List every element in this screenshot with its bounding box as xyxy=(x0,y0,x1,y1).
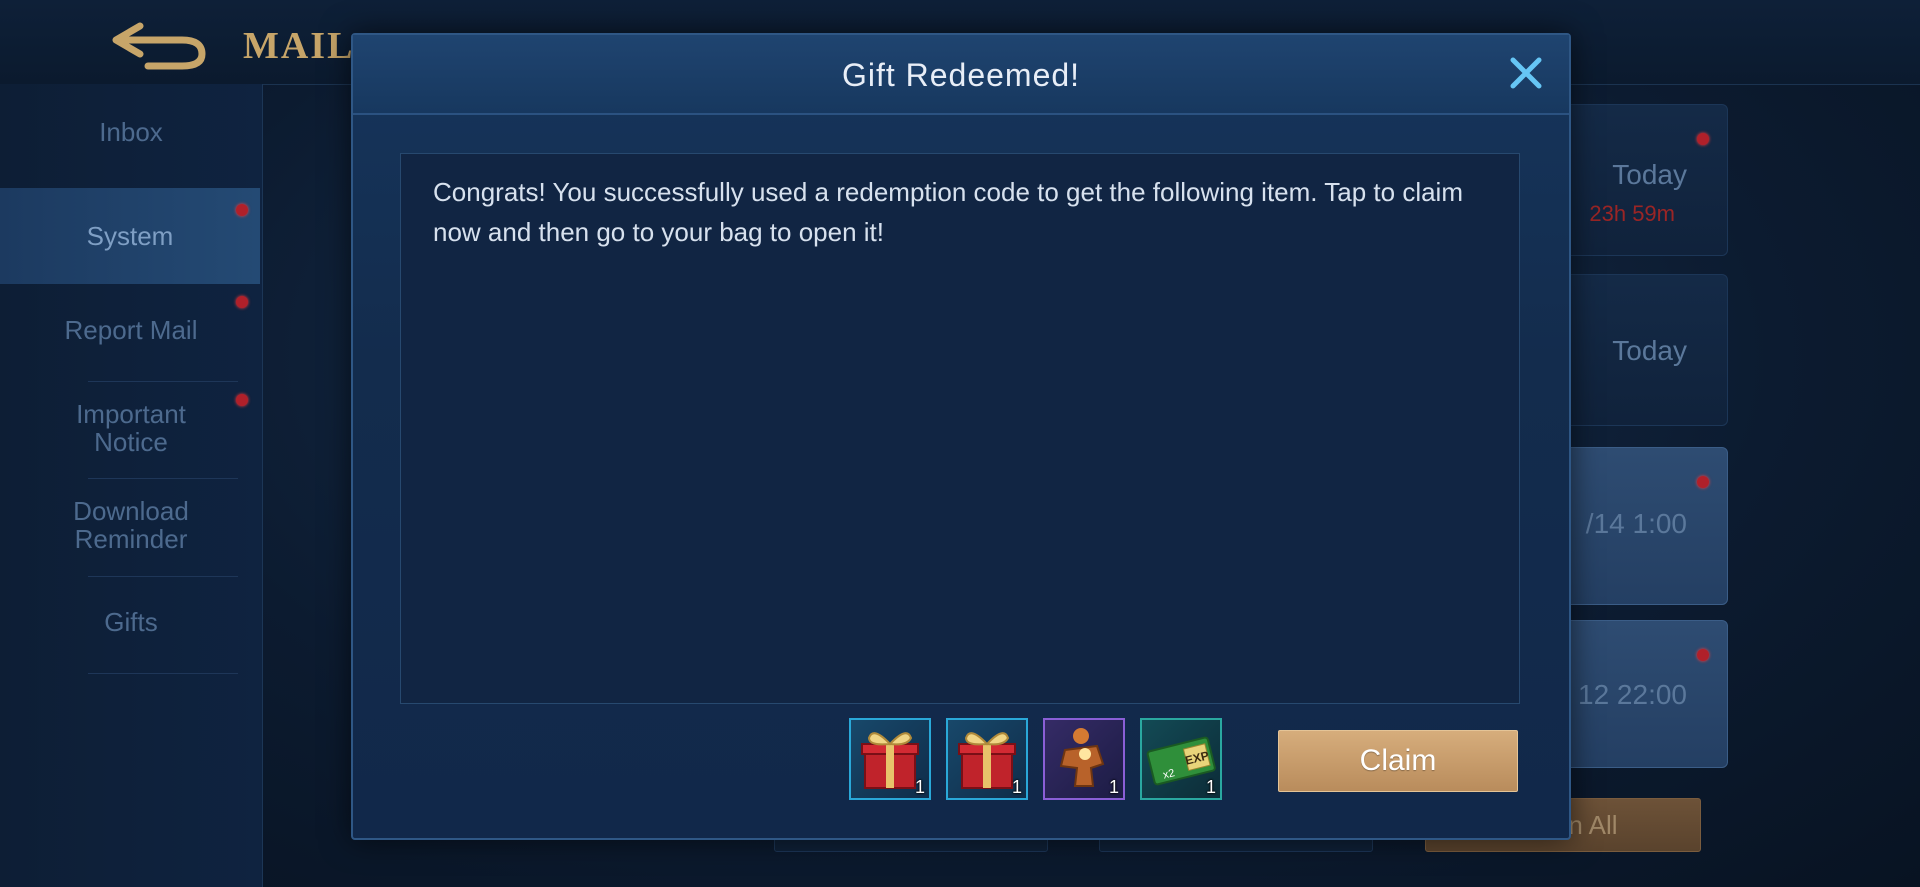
notification-dot xyxy=(1697,476,1709,488)
dialog-header: Gift Redeemed! xyxy=(353,35,1569,115)
reward-item[interactable]: 1 xyxy=(1043,718,1125,800)
close-button[interactable] xyxy=(1504,51,1548,95)
sidebar: Inbox System Report Mail Important Notic… xyxy=(0,84,263,887)
back-arrow-icon xyxy=(112,22,206,70)
sidebar-item-label: System xyxy=(86,221,174,251)
mail-expiry-timer: 23h 59m xyxy=(1589,201,1675,226)
sidebar-item-important-notice[interactable]: Important Notice xyxy=(0,380,262,476)
item-quantity: 1 xyxy=(1205,777,1216,797)
back-button[interactable] xyxy=(110,12,210,72)
divider xyxy=(88,673,238,674)
sidebar-item-inbox[interactable]: Inbox xyxy=(0,84,262,180)
claim-button[interactable]: Claim xyxy=(1278,730,1518,792)
reward-item[interactable]: 1 xyxy=(849,718,931,800)
mail-date: Today xyxy=(1612,335,1687,366)
sidebar-item-label: Report Mail xyxy=(64,315,198,345)
sidebar-item-system[interactable]: System xyxy=(0,188,260,284)
mail-date: 12 22:00 xyxy=(1578,679,1687,710)
sidebar-item-label: Download Reminder xyxy=(73,496,189,554)
mail-date: /14 1:00 xyxy=(1585,508,1687,539)
message-text: Congrats! You successfully used a redemp… xyxy=(433,177,1463,247)
reward-item[interactable]: 1 xyxy=(946,718,1028,800)
close-icon xyxy=(1510,57,1542,89)
sidebar-item-label: Inbox xyxy=(99,117,163,147)
gift-redeemed-dialog: Gift Redeemed! Congrats! You successfull… xyxy=(351,33,1571,840)
sidebar-item-label: Important Notice xyxy=(76,399,186,457)
notification-dot xyxy=(236,296,248,308)
dialog-title: Gift Redeemed! xyxy=(841,57,1081,93)
sidebar-item-gifts[interactable]: Gifts xyxy=(0,574,262,670)
message-box: Congrats! You successfully used a redemp… xyxy=(400,153,1520,704)
notification-dot xyxy=(236,204,248,216)
reward-item[interactable]: EXP x2 1 xyxy=(1140,718,1222,800)
item-quantity: 1 xyxy=(1011,777,1022,797)
mail-date: Today xyxy=(1612,159,1687,190)
claim-all-label: n All xyxy=(1568,809,1618,840)
notification-dot xyxy=(236,394,248,406)
page-title: MAIL xyxy=(243,25,355,67)
item-quantity: 1 xyxy=(914,777,925,797)
sidebar-item-label: Gifts xyxy=(104,607,158,637)
sidebar-item-download-reminder[interactable]: Download Reminder xyxy=(0,477,262,573)
item-quantity: 1 xyxy=(1108,777,1119,797)
notification-dot xyxy=(1697,649,1709,661)
notification-dot xyxy=(1697,133,1709,145)
sidebar-item-report-mail[interactable]: Report Mail xyxy=(0,282,262,378)
claim-button-label: Claim xyxy=(1359,744,1437,777)
